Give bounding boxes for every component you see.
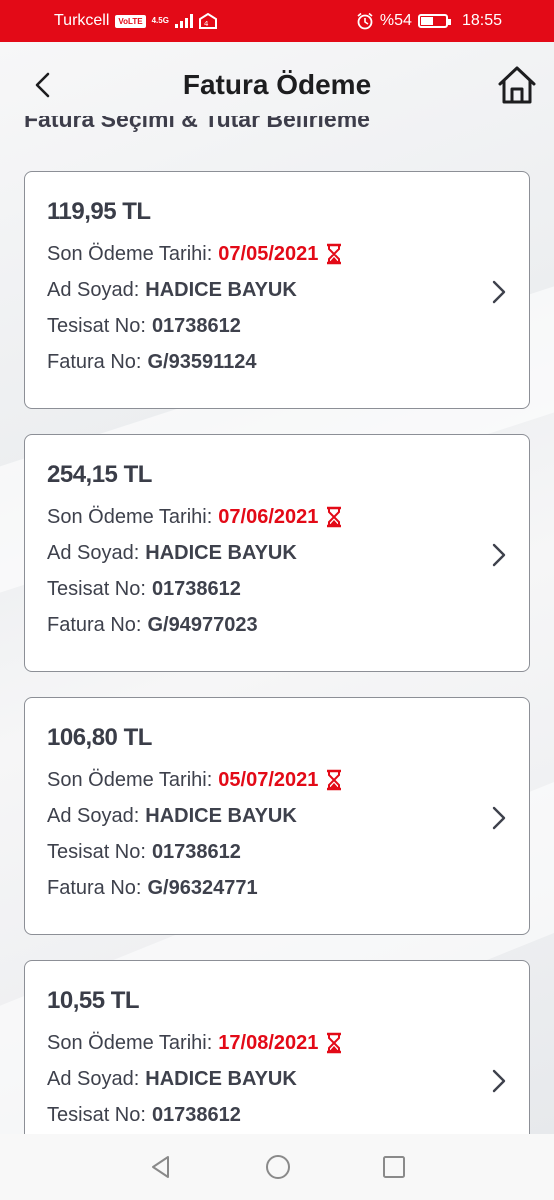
battery-icon [417, 14, 451, 28]
due-date-value: 07/05/2021 [218, 242, 319, 265]
nav-recents-icon[interactable] [382, 1155, 406, 1179]
bill-amount: 119,95 TL [47, 198, 151, 225]
installation-label: Tesisat No: [47, 840, 146, 863]
nav-back-icon[interactable] [148, 1154, 174, 1180]
chevron-right-icon[interactable] [489, 541, 509, 569]
bill-card[interactable]: 254,15 TL Son Ödeme Tarihi: 07/06/2021 A… [24, 434, 530, 672]
due-date-value: 17/08/2021 [218, 1031, 319, 1054]
name-label: Ad Soyad: [47, 804, 140, 827]
installation-row: Tesisat No: 01738612 [47, 838, 507, 866]
invoice-value: G/96324771 [147, 876, 258, 899]
hourglass-icon [327, 243, 342, 265]
bill-amount: 106,80 TL [47, 724, 152, 751]
hourglass-icon [327, 506, 342, 528]
bill-amount: 254,15 TL [47, 461, 152, 488]
invoice-row: Fatura No: G/94977023 [47, 611, 507, 639]
wifi-calling-icon: 4 [198, 13, 217, 29]
bill-card[interactable]: 106,80 TL Son Ödeme Tarihi: 05/07/2021 A… [24, 697, 530, 935]
due-date-label: Son Ödeme Tarihi: [47, 1031, 213, 1054]
name-row: Ad Soyad: HADICE BAYUK [47, 276, 507, 304]
status-bar-left: Turkcell VoLTE 4.5G 4 [54, 12, 217, 30]
installation-row: Tesisat No: 01738612 [47, 312, 507, 340]
name-value: HADICE BAYUK [145, 804, 297, 827]
name-label: Ad Soyad: [47, 278, 140, 301]
status-bar: Turkcell VoLTE 4.5G 4 %54 18:55 [0, 0, 554, 42]
clock: 18:55 [461, 12, 502, 29]
status-bar-right: %54 18:55 [356, 12, 502, 30]
name-value: HADICE BAYUK [145, 1067, 297, 1090]
chevron-right-icon[interactable] [489, 278, 509, 306]
home-icon[interactable] [496, 64, 538, 106]
invoice-value: G/93591124 [147, 350, 257, 373]
due-date-row: Son Ödeme Tarihi: 07/06/2021 [47, 503, 507, 531]
svg-text:4: 4 [204, 20, 209, 28]
bill-card[interactable]: 119,95 TL Son Ödeme Tarihi: 07/05/2021 A… [24, 171, 530, 409]
app-header: Fatura Ödeme [0, 42, 554, 128]
due-date-row: Son Ödeme Tarihi: 07/05/2021 [47, 240, 507, 268]
carrier-name: Turkcell [54, 12, 110, 29]
invoice-value: G/94977023 [147, 613, 258, 636]
installation-value: 01738612 [151, 314, 241, 337]
name-row: Ad Soyad: HADICE BAYUK [47, 1065, 507, 1093]
signal-icon [174, 14, 193, 28]
nav-home-icon[interactable] [264, 1153, 292, 1181]
invoice-label: Fatura No: [47, 613, 142, 636]
chevron-right-icon[interactable] [489, 1067, 509, 1095]
chevron-right-icon[interactable] [489, 804, 509, 832]
name-value: HADICE BAYUK [145, 541, 297, 564]
back-arrow-icon[interactable] [28, 70, 58, 100]
bill-amount: 10,55 TL [47, 987, 140, 1014]
volte-badge: VoLTE [115, 14, 146, 28]
installation-row: Tesisat No: 01738612 [47, 575, 507, 603]
due-date-label: Son Ödeme Tarihi: [47, 505, 213, 528]
name-label: Ad Soyad: [47, 1067, 140, 1090]
invoice-label: Fatura No: [47, 350, 142, 373]
hourglass-icon [327, 769, 342, 791]
due-date-label: Son Ödeme Tarihi: [47, 242, 213, 265]
installation-label: Tesisat No: [47, 314, 146, 337]
name-row: Ad Soyad: HADICE BAYUK [47, 539, 507, 567]
system-nav-bar [0, 1134, 554, 1200]
hourglass-icon [327, 1032, 342, 1054]
due-date-row: Son Ödeme Tarihi: 05/07/2021 [47, 766, 507, 794]
installation-label: Tesisat No: [47, 577, 146, 600]
name-label: Ad Soyad: [47, 541, 140, 564]
installation-value: 01738612 [151, 840, 241, 863]
name-value: HADICE BAYUK [145, 278, 297, 301]
due-date-value: 05/07/2021 [218, 768, 319, 791]
name-row: Ad Soyad: HADICE BAYUK [47, 802, 507, 830]
network-type: 4.5G [151, 16, 169, 25]
invoice-row: Fatura No: G/93591124 [47, 348, 507, 376]
installation-value: 01738612 [151, 577, 241, 600]
due-date-label: Son Ödeme Tarihi: [47, 768, 213, 791]
installation-value: 01738612 [151, 1103, 241, 1126]
due-date-value: 07/06/2021 [218, 505, 319, 528]
installation-label: Tesisat No: [47, 1103, 146, 1126]
battery-percent: %54 [379, 12, 412, 29]
installation-row: Tesisat No: 01738612 [47, 1101, 507, 1129]
invoice-row: Fatura No: G/96324771 [47, 874, 507, 902]
page-title: Fatura Ödeme [182, 69, 372, 100]
invoice-label: Fatura No: [47, 876, 142, 899]
due-date-row: Son Ödeme Tarihi: 17/08/2021 [47, 1029, 507, 1057]
alarm-icon [357, 12, 373, 30]
